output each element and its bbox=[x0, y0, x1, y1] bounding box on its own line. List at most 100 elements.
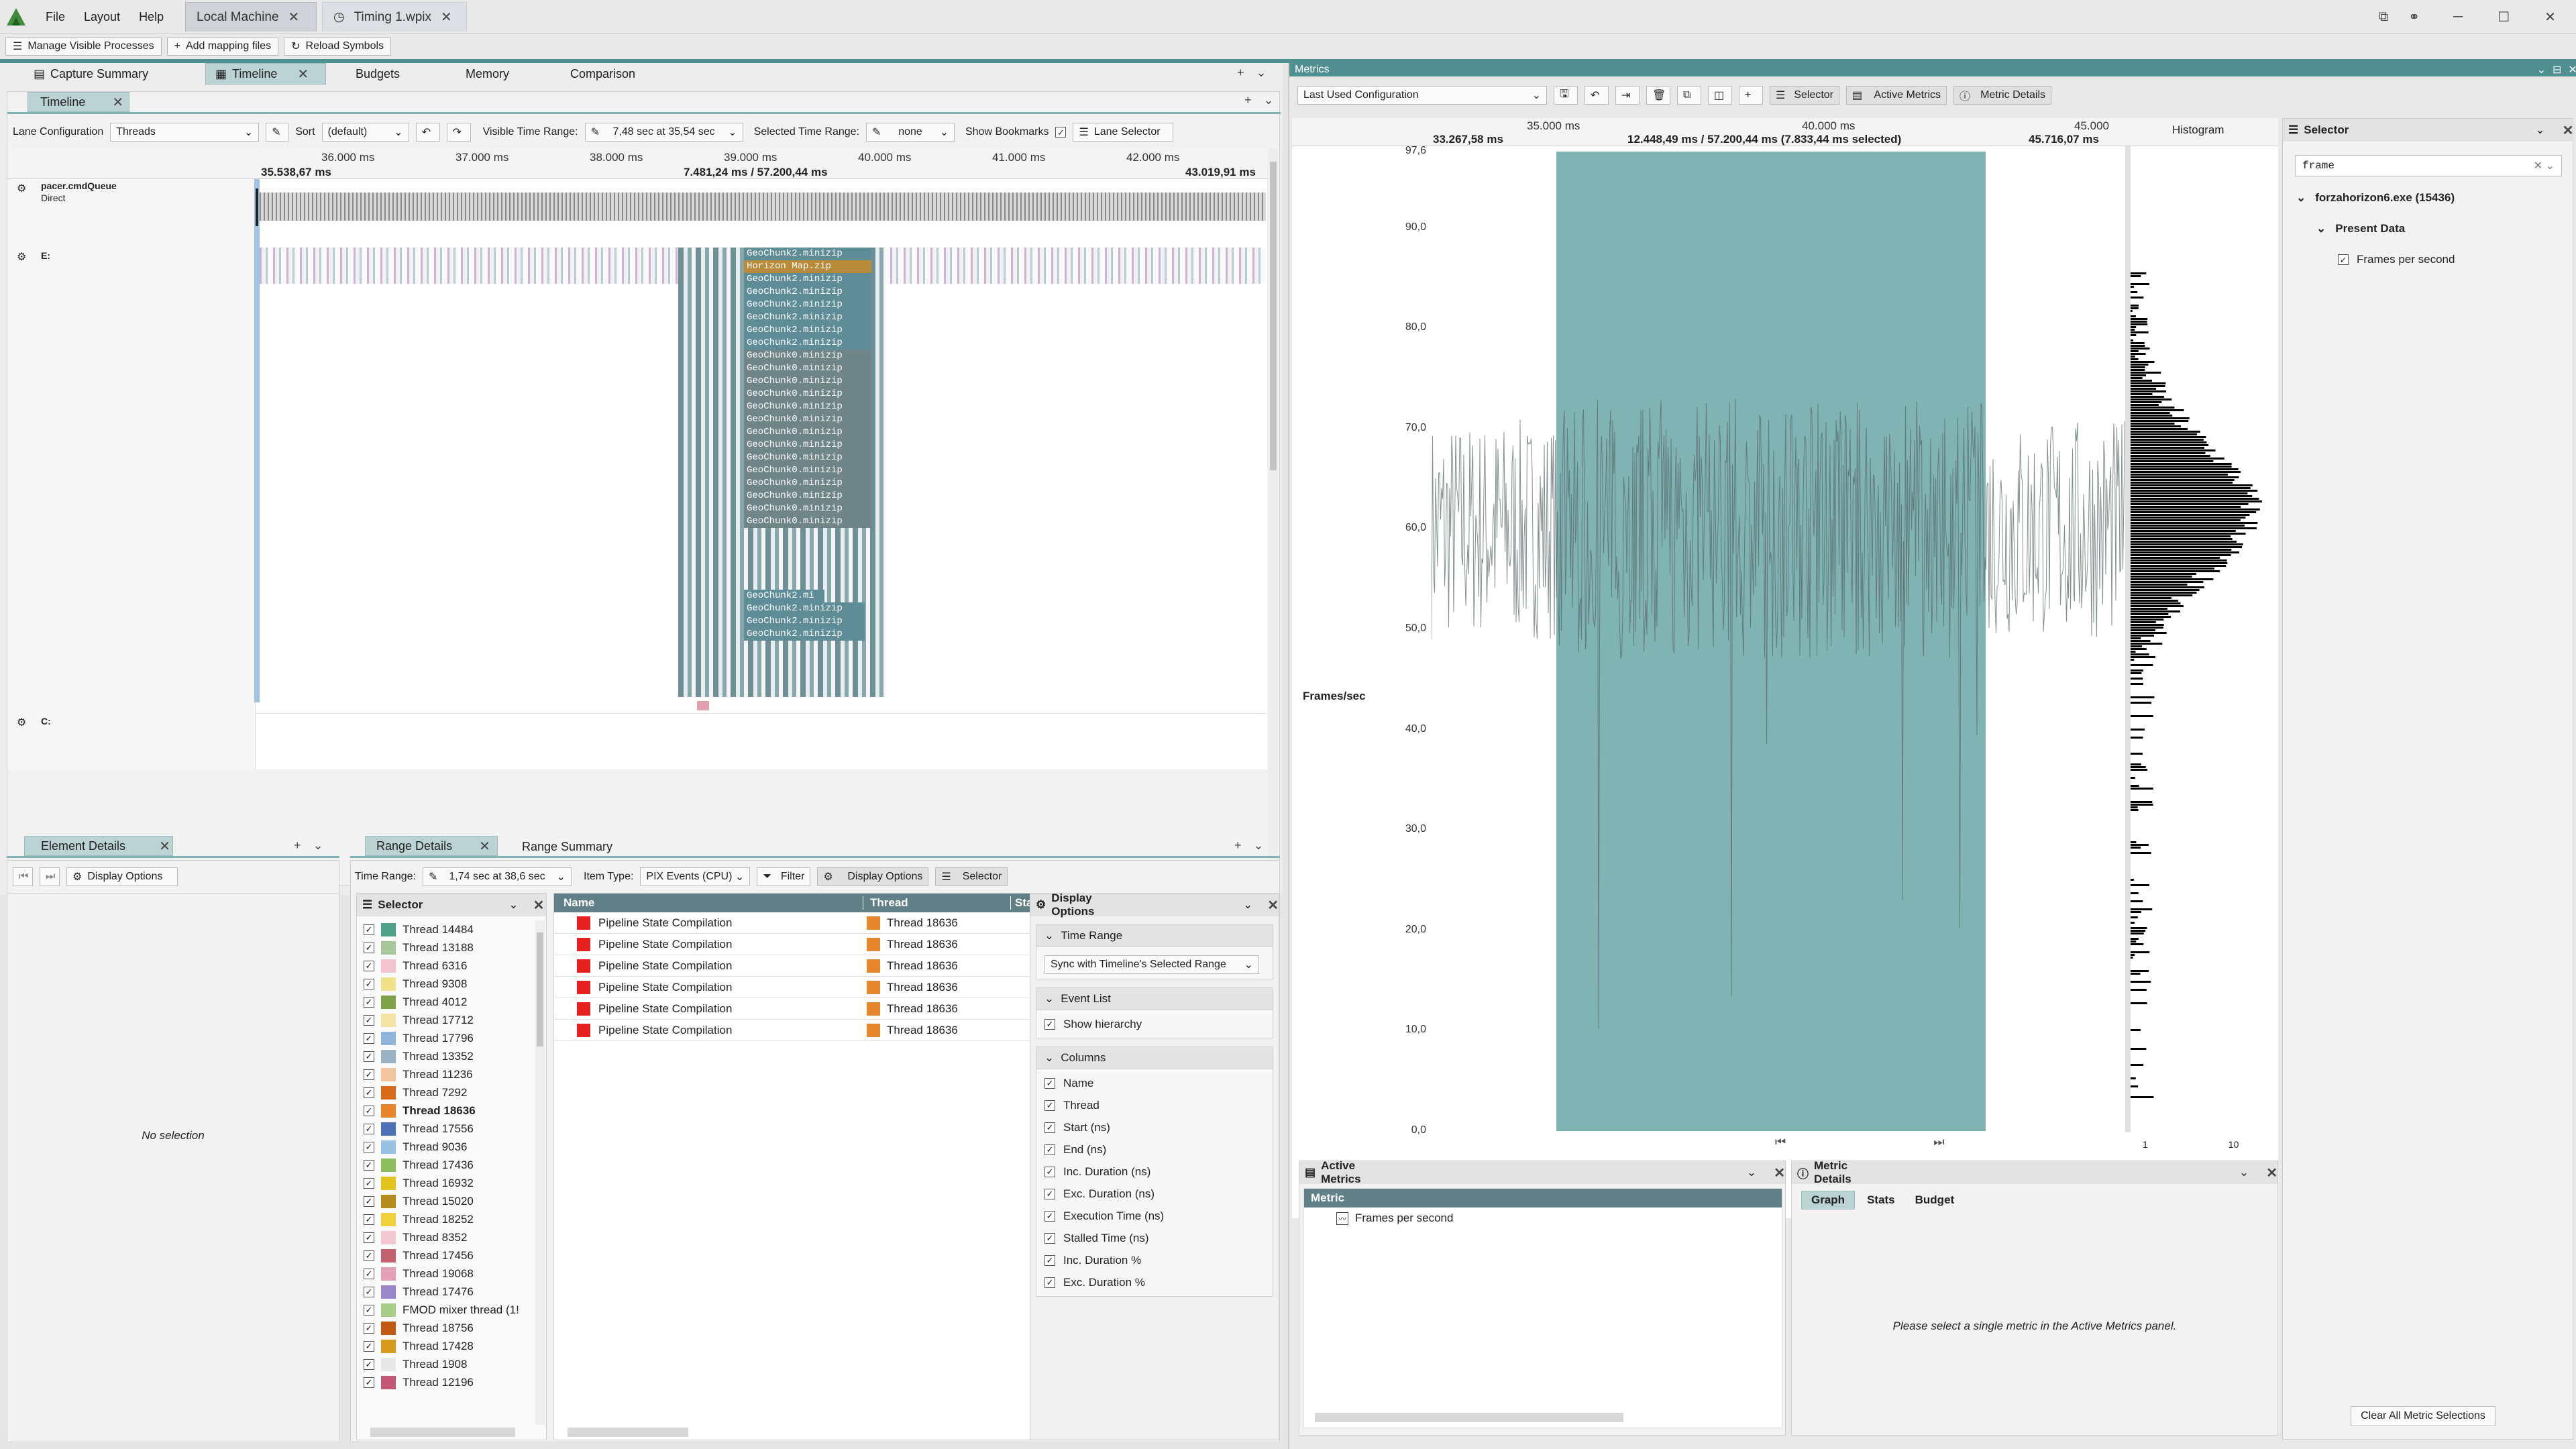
tab-menu-icon[interactable]: ⌄ bbox=[313, 839, 323, 853]
save-config-button[interactable]: 🖫 bbox=[1554, 86, 1578, 105]
thread-selector-item[interactable]: ✓ Thread 9036 bbox=[357, 1138, 531, 1156]
file-io-event[interactable]: GeoChunk0.minizip bbox=[744, 350, 871, 362]
thread-selector-item[interactable]: ✓ Thread 18756 bbox=[357, 1319, 531, 1337]
maximize-icon[interactable]: ☐ bbox=[2498, 9, 2510, 25]
thread-selector-item[interactable]: ✓ Thread 9308 bbox=[357, 975, 531, 993]
thread-selector-item[interactable]: ✓ Thread 12196 bbox=[357, 1373, 531, 1391]
active-metrics-toggle[interactable]: ▤ Active Metrics bbox=[1846, 86, 1947, 105]
undo-button[interactable]: ↶ bbox=[415, 123, 440, 142]
file-io-event[interactable]: Horizon Map.zip bbox=[744, 260, 871, 273]
column-option[interactable]: ✓ Execution Time (ns) bbox=[1036, 1205, 1273, 1227]
tab-budget[interactable]: Budget bbox=[1907, 1191, 1963, 1209]
file-io-event[interactable]: GeoChunk2.minizip bbox=[744, 602, 865, 615]
file-io-event[interactable]: GeoChunk2.minizip bbox=[744, 248, 871, 260]
process-node[interactable]: ⌄ forzahorizon6.exe (15436) bbox=[2296, 191, 2455, 205]
checkbox[interactable]: ✓ bbox=[1044, 1099, 1055, 1111]
redo-button[interactable]: ↷ bbox=[446, 123, 471, 142]
chevron-down-icon[interactable]: ⌄ bbox=[1243, 898, 1252, 912]
scrollbar-thumb[interactable] bbox=[1270, 162, 1277, 470]
lanes-area[interactable]: ⚙ pacer.cmdQueue Direct ⚙ E: GeoChunk2.m… bbox=[7, 179, 1267, 769]
file-io-event[interactable]: GeoChunk0.minizip bbox=[744, 388, 871, 400]
thread-selector-item[interactable]: ✓ Thread 17436 bbox=[357, 1156, 531, 1174]
checkbox[interactable]: ✓ bbox=[364, 1286, 374, 1297]
selected-range-highlight[interactable] bbox=[1556, 152, 1986, 1131]
thread-selector-item[interactable]: ✓ FMOD mixer thread (1! bbox=[357, 1301, 531, 1319]
chevron-down-icon[interactable]: ⌄ bbox=[1747, 1166, 1756, 1179]
tab-stats[interactable]: Stats bbox=[1859, 1191, 1903, 1209]
checkbox[interactable]: ✓ bbox=[364, 1141, 374, 1152]
copy-button[interactable]: ⧉ bbox=[1677, 86, 1701, 105]
table-row[interactable]: Pipeline State Compilation Thread 18636 bbox=[554, 1020, 1030, 1041]
checkbox[interactable]: ✓ bbox=[364, 1358, 374, 1370]
file-io-event[interactable]: GeoChunk2.minizip bbox=[744, 324, 871, 337]
time-range-field[interactable]: ✎ 1,74 sec at 38,6 sec ⌄ bbox=[423, 867, 572, 886]
tab-timing-file[interactable]: ◷ Timing 1.wpix ✕ bbox=[322, 2, 467, 32]
tab-range-summary[interactable]: Range Summary bbox=[522, 840, 612, 854]
time-range-section[interactable]: ⌄ Time Range bbox=[1036, 924, 1273, 947]
export-button[interactable]: ⇥ bbox=[1615, 86, 1640, 105]
thread-selector-item[interactable]: ✓ Thread 18636 bbox=[357, 1102, 531, 1120]
lane-config-dropdown[interactable]: Threads ⌄ bbox=[110, 123, 260, 142]
lane-selector-button[interactable]: ☰ Lane Selector bbox=[1073, 123, 1174, 142]
thread-selector-item[interactable]: ✓ Thread 17556 bbox=[357, 1120, 531, 1138]
thread-selector-item[interactable]: ✓ Thread 1908 bbox=[357, 1355, 531, 1373]
delete-button[interactable]: 🗑 bbox=[1646, 86, 1670, 105]
checkbox[interactable]: ✓ bbox=[364, 996, 374, 1008]
file-io-event[interactable]: GeoChunk0.minizip bbox=[744, 464, 871, 477]
thread-selector-item[interactable]: ✓ Thread 17796 bbox=[357, 1029, 531, 1047]
tab-menu-icon[interactable]: ⌄ bbox=[1256, 66, 1267, 80]
edit-lanes-button[interactable]: ✎ bbox=[266, 123, 289, 142]
thread-selector-item[interactable]: ✓ Thread 17476 bbox=[357, 1283, 531, 1301]
file-io-event[interactable]: GeoChunk2.minizip bbox=[744, 311, 871, 324]
gear-icon[interactable]: ⚙ bbox=[17, 250, 26, 264]
selected-range-field[interactable]: ✎ none ⌄ bbox=[865, 123, 955, 142]
selector-toggle[interactable]: ☰ Selector bbox=[935, 867, 1008, 886]
gear-icon[interactable]: ⚙ bbox=[17, 716, 26, 729]
file-io-event[interactable]: GeoChunk0.minizip bbox=[744, 439, 871, 451]
undo-button[interactable]: ↶ bbox=[1585, 86, 1609, 105]
display-options-toggle[interactable]: ⚙ Display Options bbox=[817, 867, 929, 886]
thread-selector-item[interactable]: ✓ Thread 14484 bbox=[357, 920, 531, 938]
thread-selector-item[interactable]: ✓ Thread 18252 bbox=[357, 1210, 531, 1228]
tab-graph[interactable]: Graph bbox=[1801, 1191, 1856, 1210]
column-option[interactable]: ✓ Inc. Duration (ns) bbox=[1036, 1161, 1273, 1183]
file-io-event[interactable]: GeoChunk0.minizip bbox=[744, 477, 871, 490]
file-io-event[interactable]: GeoChunk2.minizip bbox=[744, 299, 871, 311]
column-option[interactable]: ✓ Stalled Time (ns) bbox=[1036, 1227, 1273, 1249]
close-icon[interactable]: ✕ bbox=[297, 66, 309, 83]
menu-layout[interactable]: Layout bbox=[74, 0, 129, 34]
column-header[interactable]: Thread bbox=[863, 896, 1010, 910]
checkbox[interactable]: ✓ bbox=[364, 1123, 374, 1134]
filter-button[interactable]: ⏷ Filter bbox=[757, 867, 811, 886]
table-row[interactable]: Pipeline State Compilation Thread 18636 bbox=[554, 934, 1030, 955]
tab-memory[interactable]: Memory bbox=[447, 67, 561, 81]
close-window-icon[interactable]: ✕ bbox=[2544, 9, 2556, 25]
selector-scrollbar[interactable] bbox=[535, 920, 545, 1425]
checkbox[interactable]: ✓ bbox=[364, 978, 374, 989]
tab-timeline-inner[interactable]: Timeline ✕ bbox=[28, 92, 129, 112]
checkbox[interactable]: ✓ bbox=[364, 1304, 374, 1316]
column-header[interactable]: Sta bbox=[1010, 896, 1032, 910]
sort-dropdown[interactable]: (default) ⌄ bbox=[321, 123, 409, 142]
file-io-event[interactable]: GeoChunk0.minizip bbox=[744, 362, 871, 375]
file-io-event[interactable]: GeoChunk2.minizip bbox=[744, 273, 871, 286]
horizontal-scrollbar[interactable] bbox=[1315, 1413, 1623, 1422]
close-icon[interactable]: ✕ bbox=[2266, 1165, 2277, 1181]
thread-selector-item[interactable]: ✓ Thread 17456 bbox=[357, 1246, 531, 1265]
thread-selector-item[interactable]: ✓ Thread 13352 bbox=[357, 1047, 531, 1065]
column-option[interactable]: ✓ Inc. Duration % bbox=[1036, 1249, 1273, 1271]
horizontal-scrollbar[interactable] bbox=[568, 1428, 688, 1437]
tab-range-details[interactable]: Range Details ✕ bbox=[365, 836, 498, 856]
metric-search-input[interactable]: frame ✕ ⌄ bbox=[2295, 155, 2562, 176]
file-io-event[interactable]: GeoChunk0.minizip bbox=[744, 490, 871, 502]
thread-selector-item[interactable]: ✓ Thread 6316 bbox=[357, 957, 531, 975]
file-io-event[interactable]: GeoChunk2.minizip bbox=[744, 615, 865, 628]
chevron-down-icon[interactable]: ⌄ bbox=[2239, 1166, 2249, 1179]
checkbox[interactable]: ✓ bbox=[364, 1087, 374, 1098]
clear-search-icon[interactable]: ✕ ⌄ bbox=[2534, 159, 2555, 172]
pane-controls-icon[interactable]: ⌄⊟✕ bbox=[2537, 63, 2576, 76]
checkbox[interactable]: ✓ bbox=[364, 1069, 374, 1080]
tab-budgets[interactable]: Budgets bbox=[326, 67, 447, 81]
file-io-event[interactable]: GeoChunk0.minizip bbox=[744, 400, 871, 413]
category-node[interactable]: ⌄ Present Data bbox=[2316, 222, 2405, 235]
